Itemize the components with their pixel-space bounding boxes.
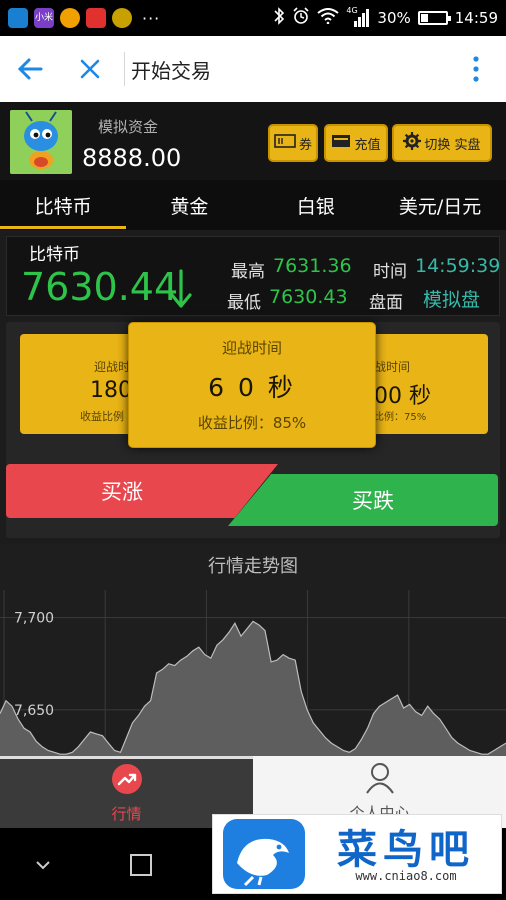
- watermark-url: www.cniao8.com: [355, 869, 457, 883]
- back-button[interactable]: [0, 36, 60, 102]
- app-badge-icon: 小米: [34, 8, 54, 28]
- coupon-label: 券: [298, 137, 312, 153]
- close-icon: [80, 59, 100, 79]
- trading-screen: 小米 ··· 4G 30% 14:59 开始交易 模拟资金 8888.00 券 …: [0, 0, 506, 900]
- chart-y-tick-label: 7,650: [14, 703, 54, 719]
- title-divider: [124, 52, 125, 86]
- price-area-chart: 7,700 7,650: [0, 590, 506, 756]
- high-value: 7631.36: [273, 255, 352, 277]
- buy-down-label: 买跌: [352, 489, 394, 513]
- close-button[interactable]: [60, 36, 120, 102]
- gear-icon: [403, 132, 422, 154]
- clock: 14:59: [454, 9, 498, 27]
- price-down-arrow-icon: [169, 269, 193, 313]
- buy-down-button[interactable]: 买跌: [228, 474, 498, 526]
- system-back-button[interactable]: [28, 850, 58, 880]
- high-label: 最高: [231, 262, 265, 282]
- duration-card-time: 6 0 秒: [208, 373, 296, 402]
- duration-card-rate: 收益比例：85%: [197, 414, 307, 432]
- sync-icon: [112, 8, 132, 28]
- qq-icon: [8, 8, 28, 28]
- battery-icon: [417, 11, 451, 25]
- nav-market-label: 行情: [111, 805, 142, 823]
- current-price: 7630.44: [21, 265, 179, 309]
- quote-panel: 比特币 7630.44 最高 7631.36 最低 7630.43 时间 14:…: [6, 236, 500, 316]
- duration-card-time: 00 秒: [374, 384, 431, 409]
- weibo-icon: [60, 8, 80, 28]
- signal-icon: 4G: [346, 6, 370, 28]
- more-notifications-icon: ···: [142, 8, 161, 28]
- duration-card-time: 180: [90, 378, 132, 403]
- bird-logo-icon: [223, 819, 305, 889]
- square-icon: [130, 854, 152, 876]
- recharge-label: 充值: [354, 137, 381, 153]
- back-arrow-icon: [17, 58, 43, 80]
- account-balance: 8888.00: [82, 144, 182, 172]
- tab-silver[interactable]: 白银: [253, 180, 379, 230]
- watermark-name: 菜鸟吧: [337, 827, 475, 873]
- market-chart: 行情走势图 7,700 7,650: [0, 544, 506, 756]
- system-recents-button[interactable]: [126, 850, 156, 880]
- duration-card-title: 迎战时间: [221, 339, 282, 357]
- low-label: 最低: [227, 293, 261, 313]
- title-bar: 开始交易: [0, 36, 506, 102]
- duration-card-300[interactable]: 战时间 00 秒 比例：75%: [372, 334, 488, 434]
- trend-icon: [111, 763, 143, 799]
- coupon-button[interactable]: 券: [268, 124, 318, 162]
- status-bar: 小米 ··· 4G 30% 14:59: [0, 0, 506, 36]
- duration-card-title: 迎战时: [94, 360, 131, 374]
- bluetooth-icon: [273, 7, 285, 29]
- duration-card-title: 战时间: [374, 360, 411, 374]
- switch-live-label: 切换 实盘: [424, 137, 481, 153]
- tab-bitcoin[interactable]: 比特币: [0, 180, 127, 230]
- tab-usd-jpy[interactable]: 美元/日元: [379, 180, 506, 230]
- duration-card-selected[interactable]: 迎战时间 6 0 秒 收益比例：85%: [128, 322, 376, 448]
- chevron-down-icon: [36, 861, 50, 870]
- duration-card-rate: 比例：75%: [374, 412, 427, 423]
- account-type-label: 模拟资金: [98, 118, 159, 136]
- chart-title: 行情走势图: [208, 556, 298, 577]
- alarm-icon: [292, 7, 310, 29]
- card-icon: [331, 134, 351, 152]
- buy-up-label: 买涨: [101, 480, 143, 504]
- watermark: 菜鸟吧 www.cniao8.com: [212, 814, 502, 894]
- time-label: 时间: [373, 262, 407, 282]
- battery-percent: 30%: [377, 9, 411, 27]
- ticket-icon: [274, 134, 296, 152]
- duration-card-180[interactable]: 迎战时 180 收益比例: [20, 334, 136, 434]
- ant-mascot-icon: [10, 110, 72, 174]
- mode-value: 模拟盘: [423, 289, 481, 311]
- user-icon: [365, 762, 395, 798]
- more-menu-button[interactable]: [446, 36, 506, 102]
- buy-up-button[interactable]: 买涨: [6, 464, 278, 518]
- chart-area-series: [0, 621, 506, 756]
- duration-card-rate: 收益比例: [80, 410, 124, 423]
- quote-time: 14:59:39: [415, 255, 501, 277]
- wifi-icon: [317, 8, 340, 28]
- avatar[interactable]: [10, 110, 72, 174]
- recharge-button[interactable]: 充值: [324, 124, 388, 162]
- more-vertical-icon: [473, 56, 479, 82]
- tab-gold[interactable]: 黄金: [126, 180, 252, 230]
- chart-y-tick-label: 7,700: [14, 611, 54, 627]
- mode-label: 盘面: [369, 293, 403, 313]
- instrument-name: 比特币: [29, 245, 80, 265]
- sogou-icon: [86, 8, 106, 28]
- instrument-tabs: 比特币 黄金 白银 美元/日元: [0, 180, 506, 230]
- low-value: 7630.43: [269, 286, 348, 308]
- switch-live-button[interactable]: 切换 实盘: [392, 124, 492, 162]
- page-title: 开始交易: [131, 58, 211, 83]
